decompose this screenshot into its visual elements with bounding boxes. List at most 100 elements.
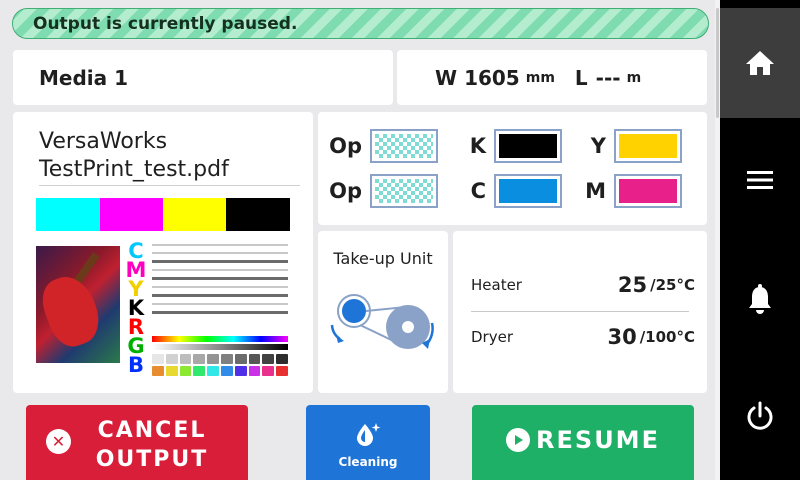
home-icon [746, 51, 774, 75]
color-swatch [234, 366, 247, 376]
sidebar-item-home[interactable] [720, 8, 800, 118]
takeup-unit-card[interactable]: Take-up Unit [318, 231, 448, 393]
thumb-text-line [152, 311, 288, 314]
takeup-title: Take-up Unit [333, 249, 433, 268]
media-card[interactable]: Media 1 [13, 50, 393, 105]
status-banner: Output is currently paused. [12, 8, 709, 39]
thumb-text-line [152, 269, 288, 271]
color-swatch [262, 366, 275, 376]
ink-fill-c [499, 179, 557, 203]
color-swatch [276, 366, 288, 376]
thumb-gray-ramp [152, 344, 288, 350]
ink-swatch [614, 174, 682, 208]
heater-row: Heater 25 /25°C [471, 273, 695, 297]
ink-slot: C [450, 174, 562, 208]
job-card[interactable]: VersaWorks TestPrint_test.pdf C M Y K R … [13, 112, 313, 393]
dryer-setpoint: /100°C [639, 328, 695, 346]
dryer-current: 30 [607, 325, 637, 349]
color-swatch [207, 366, 219, 376]
ink-fill-op [375, 179, 433, 203]
ink-slot: M [570, 174, 682, 208]
media-size-card: W 1605 mm L --- m [397, 50, 707, 105]
ink-fill-y [619, 134, 677, 158]
ink-fill-op [375, 134, 433, 158]
cancel-output-button[interactable]: ✕ CANCEL OUTPUT [26, 405, 248, 480]
thumb-spectrum [152, 336, 288, 342]
thumb-text-line [152, 252, 288, 254]
thumb-text-line [152, 303, 288, 305]
width-value: 1605 [464, 65, 520, 90]
color-swatch [165, 354, 178, 364]
thumb-letters: C M Y K R G B [124, 241, 148, 377]
sidebar [720, 0, 800, 480]
droplet-sparkle-icon [357, 423, 381, 446]
width-label: W [435, 65, 458, 90]
ink-label: C [470, 179, 486, 203]
takeup-roll-icon [330, 294, 434, 349]
ink-swatch [494, 129, 562, 163]
sidebar-item-power[interactable] [720, 396, 800, 436]
color-swatch [248, 354, 261, 364]
thumb-text-line [152, 286, 288, 288]
color-swatch [152, 366, 164, 376]
width-unit: mm [525, 69, 555, 86]
length-value: --- [595, 65, 621, 90]
heater-current: 25 [617, 273, 648, 297]
resume-button[interactable]: RESUME [472, 405, 694, 480]
ink-label: M [585, 179, 606, 203]
status-message: Output is currently paused. [33, 13, 298, 34]
color-swatch [179, 366, 192, 376]
job-thumbnail: C M Y K R G B [36, 198, 290, 378]
temperature-card[interactable]: Heater 25 /25°C Dryer 30 /100°C [453, 231, 707, 393]
thumb-guitar-photo [36, 246, 120, 363]
ink-swatch [370, 129, 438, 163]
color-swatch [262, 354, 275, 364]
ink-label: K [469, 134, 486, 158]
ink-swatch [494, 174, 562, 208]
thumb-text-line [152, 277, 288, 280]
media-name: Media 1 [39, 65, 129, 90]
ink-swatch [614, 129, 682, 163]
resume-label: RESUME [536, 426, 660, 454]
thumb-guitar-body [36, 269, 107, 353]
thumb-text-lines [152, 244, 288, 320]
ink-swatch [370, 174, 438, 208]
color-swatch [193, 366, 206, 376]
thumb-letter: B [127, 353, 144, 377]
dryer-row: Dryer 30 /100°C [471, 325, 695, 349]
thumb-text-line [152, 294, 288, 297]
color-swatch [152, 354, 164, 364]
length-label: L [574, 65, 588, 90]
cancel-output-label: CANCEL OUTPUT [96, 416, 209, 474]
ink-slot: K [450, 129, 562, 163]
length-unit: m [626, 69, 642, 86]
ink-slot: Op [326, 174, 438, 208]
cleaning-button[interactable]: Cleaning [306, 405, 430, 480]
color-swatch [193, 354, 206, 364]
thumb-magenta-bar [100, 198, 163, 231]
ink-status-card[interactable]: Op K Y Op C M [318, 112, 707, 225]
ink-slot: Op [326, 129, 438, 163]
thumb-color-swatches [152, 354, 288, 378]
ink-label: Op [329, 134, 362, 158]
color-swatch [207, 354, 219, 364]
temp-divider [471, 311, 689, 312]
color-swatch [234, 354, 247, 364]
sidebar-item-notifications[interactable] [720, 280, 800, 320]
cleaning-label: Cleaning [338, 455, 398, 469]
sidebar-item-menu[interactable] [720, 160, 800, 200]
color-swatch [179, 354, 192, 364]
color-swatch [276, 354, 288, 364]
color-swatch [248, 366, 261, 376]
close-circle-icon: ✕ [46, 429, 71, 454]
thumb-text-line [152, 260, 288, 263]
power-icon [747, 401, 773, 430]
ink-label: Y [590, 134, 606, 158]
scrollbar-thumb[interactable] [716, 8, 719, 118]
heater-label: Heater [471, 276, 522, 294]
cancel-line1: CANCEL [97, 418, 207, 443]
color-swatch [221, 366, 233, 376]
play-circle-icon [506, 428, 531, 452]
job-file-name: TestPrint_test.pdf [39, 157, 229, 182]
dryer-label: Dryer [471, 328, 513, 346]
